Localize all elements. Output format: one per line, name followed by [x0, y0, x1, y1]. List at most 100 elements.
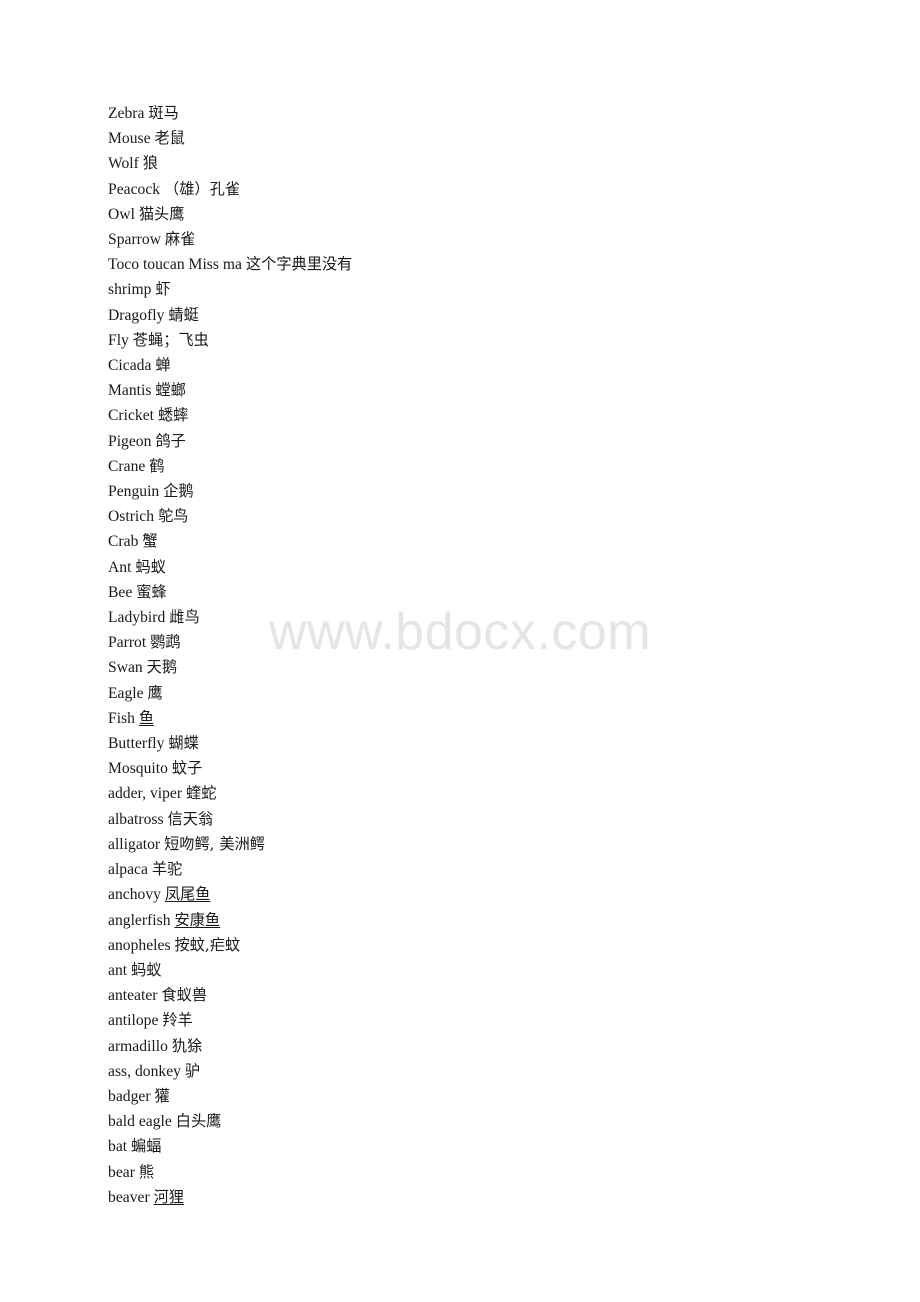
- entry-term: ass, donkey: [108, 1062, 185, 1080]
- entry-term: Penguin: [108, 483, 164, 501]
- entry-gloss: 羊驼: [151, 860, 183, 879]
- entry-term: Peacock: [108, 180, 165, 198]
- entry-gloss: 白头鹰: [175, 1112, 222, 1131]
- entry-gloss: 驴: [184, 1061, 201, 1080]
- vocabulary-entry: bear 熊: [108, 1160, 868, 1185]
- vocabulary-entry: Parrot 鹦鹉: [108, 630, 868, 655]
- entry-term: Ant: [108, 558, 136, 576]
- entry-term: Cicada: [108, 357, 156, 375]
- entry-gloss: （雄）孔雀: [164, 179, 241, 198]
- entry-gloss: 鸽子: [155, 431, 186, 450]
- vocabulary-entry: anglerfish 安康鱼: [108, 908, 868, 933]
- entry-gloss: 斑马: [148, 104, 179, 122]
- vocabulary-entry: Mantis 螳螂: [108, 378, 868, 403]
- entry-gloss: 安康鱼: [174, 910, 221, 929]
- entry-gloss: 按蚊,疟蚊: [174, 935, 241, 954]
- entry-gloss: 蝰蛇: [186, 784, 217, 803]
- entry-term: Swan: [108, 659, 147, 677]
- vocabulary-entry: anopheles 按蚊,疟蚊: [108, 933, 868, 958]
- entry-term: anopheles: [108, 936, 175, 954]
- entry-gloss: 天鹅: [146, 658, 178, 677]
- entry-term: Bee: [108, 583, 137, 601]
- vocabulary-entry: Zebra 斑马: [108, 101, 868, 126]
- vocabulary-entry: Sparrow 麻雀: [108, 227, 868, 252]
- vocabulary-entry: anteater 食蚁兽: [108, 983, 868, 1008]
- vocabulary-entry: Owl 猫头鹰: [108, 202, 868, 227]
- vocabulary-entry: Fly 苍蝇；飞虫: [108, 328, 868, 353]
- entry-gloss: 蝙蝠: [131, 1137, 162, 1156]
- vocabulary-entry: Swan 天鹅: [108, 655, 868, 680]
- entry-term: badger: [108, 1087, 155, 1105]
- entry-gloss: 鹰: [147, 683, 163, 702]
- vocabulary-list: Zebra 斑马 Mouse 老鼠 Wolf 狼 Peacock （雄）孔雀 Owl 猫…: [108, 101, 868, 1210]
- entry-term: Ladybird: [108, 609, 170, 627]
- entry-term: Fly: [108, 331, 133, 349]
- vocabulary-entry: Butterfly 蝴蝶: [108, 731, 868, 756]
- vocabulary-entry: Mouse 老鼠: [108, 126, 868, 151]
- vocabulary-entry: Eagle 鹰: [108, 681, 868, 706]
- entry-term: anglerfish: [108, 911, 175, 929]
- entry-term: bear: [108, 1163, 139, 1181]
- entry-term: antilope: [108, 1012, 163, 1030]
- entry-term: bat: [108, 1138, 132, 1156]
- vocabulary-entry: Ant 蚂蚁: [108, 555, 868, 580]
- entry-term: beaver: [108, 1188, 154, 1206]
- entry-term: Sparrow: [108, 231, 165, 249]
- vocabulary-entry: Pigeon 鸽子: [108, 429, 868, 454]
- entry-term: alligator: [108, 835, 165, 853]
- entry-term: ant: [108, 961, 132, 979]
- vocabulary-entry: alligator 短吻鳄, 美洲鳄: [108, 832, 868, 857]
- entry-gloss: 蚂蚁: [131, 960, 162, 979]
- vocabulary-entry: Peacock （雄）孔雀: [108, 177, 868, 202]
- entry-term: armadillo: [108, 1037, 172, 1055]
- entry-gloss: 蟹: [142, 532, 158, 551]
- vocabulary-entry: Penguin 企鹅: [108, 479, 868, 504]
- vocabulary-entry: alpaca 羊驼: [108, 857, 868, 882]
- vocabulary-entry: Toco toucan Miss ma 这个字典里没有: [108, 252, 868, 277]
- vocabulary-entry: bat 蝙蝠: [108, 1134, 868, 1159]
- entry-gloss: 鸵鸟: [157, 507, 189, 526]
- entry-term: anteater: [108, 987, 162, 1005]
- entry-term: Eagle: [108, 684, 148, 702]
- entry-term: Ostrich: [108, 508, 158, 526]
- vocabulary-entry: shrimp 虾: [108, 277, 868, 302]
- entry-gloss: 虾: [155, 280, 171, 299]
- entry-term: shrimp: [108, 281, 156, 299]
- entry-gloss: 鱼: [138, 708, 155, 727]
- entry-gloss: 狼: [142, 154, 159, 173]
- entry-term: Mosquito: [108, 760, 172, 778]
- entry-gloss: 蚂蚁: [135, 557, 166, 576]
- vocabulary-entry: Crane 鹤: [108, 454, 868, 479]
- entry-gloss: 熊: [138, 1162, 155, 1181]
- entry-gloss: 犰狳: [171, 1036, 203, 1055]
- entry-gloss: 蝉: [155, 356, 171, 375]
- vocabulary-entry: armadillo 犰狳: [108, 1034, 868, 1059]
- entry-term: Mantis: [108, 382, 156, 400]
- vocabulary-entry: adder, viper 蝰蛇: [108, 781, 868, 806]
- entry-term: Pigeon: [108, 432, 156, 450]
- entry-gloss: 老鼠: [154, 129, 185, 148]
- entry-term: Zebra: [108, 105, 149, 122]
- entry-gloss: 雌鸟: [169, 608, 200, 627]
- entry-term: Dragofly: [108, 306, 169, 324]
- vocabulary-entry: bald eagle 白头鹰: [108, 1109, 868, 1134]
- entry-term: alpaca: [108, 861, 152, 879]
- entry-term: Wolf: [108, 155, 143, 173]
- entry-gloss: 苍蝇；飞虫: [132, 330, 209, 349]
- entry-gloss: 螳螂: [155, 381, 186, 400]
- entry-term: adder, viper: [108, 785, 186, 803]
- entry-gloss: 蟋蟀: [157, 406, 189, 425]
- entry-term: albatross: [108, 810, 168, 828]
- entry-gloss: 蝴蝶: [168, 734, 199, 753]
- entry-gloss: 獾: [154, 1086, 170, 1105]
- vocabulary-entry: badger 獾: [108, 1084, 868, 1109]
- vocabulary-entry: Cicada 蝉: [108, 353, 868, 378]
- entry-term: Owl: [108, 205, 139, 223]
- entry-gloss: 信天翁: [167, 809, 214, 828]
- vocabulary-entry: Dragofly 蜻蜓: [108, 303, 868, 328]
- vocabulary-entry: beaver 河狸: [108, 1185, 868, 1210]
- vocabulary-entry: Ladybird 雌鸟: [108, 605, 868, 630]
- vocabulary-entry: Bee 蜜蜂: [108, 580, 868, 605]
- entry-term: bald eagle: [108, 1113, 176, 1131]
- entry-gloss: 凤尾鱼: [164, 885, 211, 904]
